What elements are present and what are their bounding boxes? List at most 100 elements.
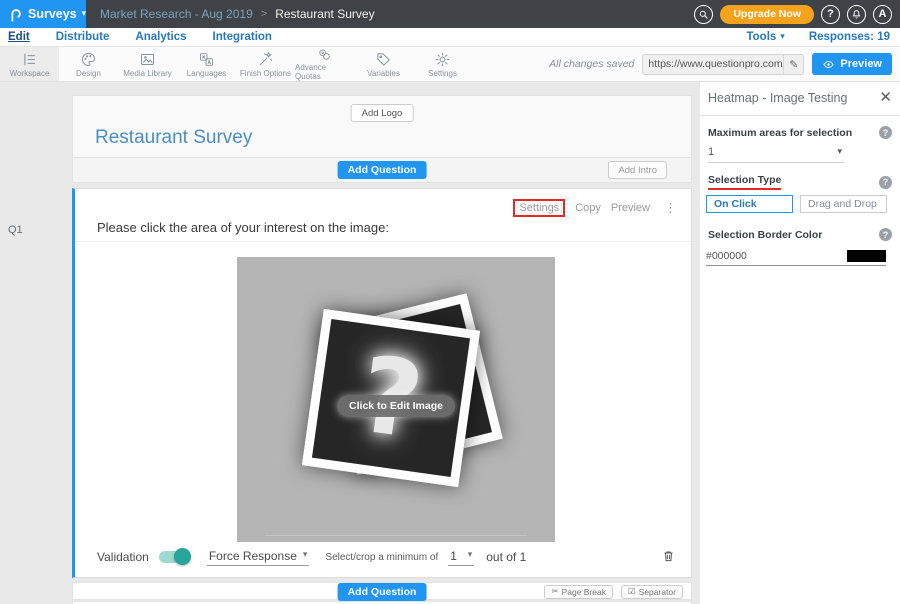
help-icon[interactable]: ? <box>879 126 892 139</box>
pencil-icon: ✎ <box>789 58 798 71</box>
tool-design[interactable]: Design <box>59 47 118 81</box>
max-areas-label: Maximum areas for selection <box>708 127 852 139</box>
preview-button[interactable]: Preview <box>812 53 892 75</box>
validation-label: Validation <box>97 550 149 564</box>
tool-languages[interactable]: Languages <box>177 47 236 81</box>
minimum-value-dropdown[interactable]: 1 ▾ <box>448 549 474 566</box>
tool-label: Advance Quotas <box>295 63 354 81</box>
question-text[interactable]: Please click the area of your interest o… <box>97 220 389 235</box>
kebab-menu-icon[interactable]: ⋮ <box>664 201 677 216</box>
product-name: Surveys <box>28 7 77 21</box>
border-color-row: Selection Border Color ? <box>708 228 892 241</box>
tool-advance-quotas[interactable]: Advance Quotas <box>295 47 354 81</box>
color-swatch[interactable] <box>847 250 886 262</box>
force-response-dropdown[interactable]: Force Response ▾ <box>207 549 310 566</box>
trash-icon <box>662 549 675 563</box>
selection-type-row: Selection Type ? <box>708 174 892 190</box>
breadcrumb-folder[interactable]: Market Research - Aug 2019 <box>100 7 253 21</box>
close-panel-button[interactable]: ✕ <box>879 90 892 105</box>
add-question-button-bottom[interactable]: Add Question <box>338 583 427 601</box>
tools-dropdown[interactable]: Tools▾ <box>746 31 784 43</box>
breadcrumb-separator: > <box>261 8 267 20</box>
click-to-edit-image-button[interactable]: Click to Edit Image <box>337 395 455 417</box>
tool-finish-options[interactable]: Finish Options <box>236 47 295 81</box>
border-color-input[interactable]: #000000 <box>706 250 886 266</box>
preview-label: Preview <box>840 58 882 70</box>
upgrade-now-button[interactable]: Upgrade Now <box>720 5 814 24</box>
tool-label: Settings <box>428 69 457 78</box>
placeholder-baseline <box>265 535 527 536</box>
nav-tab-edit[interactable]: Edit <box>8 31 30 43</box>
tool-media-library[interactable]: Media Library <box>118 47 177 81</box>
translate-icon <box>198 51 215 68</box>
nav-right: Tools▾ Responses: 19 <box>746 31 900 43</box>
page-break-label: Page Break <box>562 587 606 597</box>
top-bar: Surveys ▾ Market Research - Aug 2019 > R… <box>0 0 900 28</box>
help-button[interactable]: ? <box>821 5 840 24</box>
question-preview-button[interactable]: Preview <box>611 202 650 214</box>
heatmap-image-placeholder[interactable]: ? Click to Edit Image <box>237 257 555 542</box>
validation-toggle[interactable] <box>159 551 189 563</box>
tool-settings[interactable]: Settings <box>413 47 472 81</box>
tool-label: Media Library <box>123 69 171 78</box>
separator-label: Separator <box>639 587 676 597</box>
checkbox-icon: ☑ <box>628 587 636 597</box>
drag-and-drop-option[interactable]: Drag and Drop <box>800 195 887 213</box>
survey-header-card: Add Logo Restaurant Survey Add Question … <box>72 95 692 183</box>
image-icon <box>139 51 156 68</box>
out-of-text: out of 1 <box>486 550 526 564</box>
separator-button[interactable]: ☑ Separator <box>621 585 683 599</box>
border-color-label: Selection Border Color <box>708 229 822 241</box>
question-copy-button[interactable]: Copy <box>575 202 601 214</box>
minimum-value: 1 <box>450 549 457 563</box>
account-avatar[interactable]: A <box>873 5 892 24</box>
panel-title: Heatmap - Image Testing <box>708 91 847 105</box>
survey-url-field[interactable]: https://www.questionpro.com/t/APNrFZ ✎ <box>642 54 804 75</box>
responses-count[interactable]: Responses: 19 <box>809 31 890 43</box>
toggle-knob <box>174 548 191 565</box>
chain-links-icon <box>316 47 333 62</box>
topbar-actions: Upgrade Now ? A <box>694 5 900 24</box>
surveys-menu[interactable]: Surveys ▾ <box>0 0 86 28</box>
validation-row: Validation Force Response ▾ Select/crop … <box>97 547 675 567</box>
nav-tab-integration[interactable]: Integration <box>213 31 272 43</box>
notifications-button[interactable] <box>847 5 866 24</box>
breadcrumb: Market Research - Aug 2019 > Restaurant … <box>100 7 375 21</box>
question-toolbar: Settings Copy Preview ⋮ <box>513 199 677 217</box>
add-logo-button[interactable]: Add Logo <box>351 104 414 122</box>
edit-url-button[interactable]: ✎ <box>783 55 803 74</box>
on-click-option[interactable]: On Click <box>706 195 793 213</box>
force-response-value: Force Response <box>209 549 297 563</box>
tool-variables[interactable]: Variables <box>354 47 413 81</box>
tool-label: Variables <box>367 69 400 78</box>
scissors-icon: ✂ <box>551 587 558 597</box>
bell-icon <box>851 9 862 20</box>
wand-icon <box>257 51 274 68</box>
chevron-down-icon: ▾ <box>468 551 473 560</box>
survey-title[interactable]: Restaurant Survey <box>95 127 252 149</box>
max-areas-select[interactable]: 1 ▾ <box>708 146 844 163</box>
add-question-button-top[interactable]: Add Question <box>338 161 427 179</box>
search-button[interactable] <box>694 5 713 24</box>
help-icon[interactable]: ? <box>879 228 892 241</box>
delete-question-button[interactable] <box>662 549 675 566</box>
page-break-button[interactable]: ✂ Page Break <box>544 585 613 599</box>
nav-tab-distribute[interactable]: Distribute <box>56 31 110 43</box>
help-icon[interactable]: ? <box>879 176 892 189</box>
nav-tab-analytics[interactable]: Analytics <box>135 31 186 43</box>
chevron-down-icon: ▾ <box>780 33 785 42</box>
question-settings-button[interactable]: Settings <box>513 199 565 217</box>
eye-icon <box>822 59 835 70</box>
border-color-value: #000000 <box>706 250 747 262</box>
edit-toolbar: Workspace Design Media Library Languages… <box>0 47 900 82</box>
tool-workspace[interactable]: Workspace <box>0 47 59 81</box>
minimum-select-text: Select/crop a minimum of <box>325 552 438 563</box>
tool-label: Languages <box>187 69 227 78</box>
questionpro-app: Surveys ▾ Market Research - Aug 2019 > R… <box>0 0 900 604</box>
chevron-down-icon: ▾ <box>82 10 87 19</box>
selection-type-buttons: On Click Drag and Drop <box>706 195 887 213</box>
chevron-down-icon: ▾ <box>837 148 842 157</box>
selection-type-label: Selection Type <box>708 174 781 190</box>
questionpro-logo-icon <box>8 6 23 23</box>
add-intro-button[interactable]: Add Intro <box>608 161 667 179</box>
